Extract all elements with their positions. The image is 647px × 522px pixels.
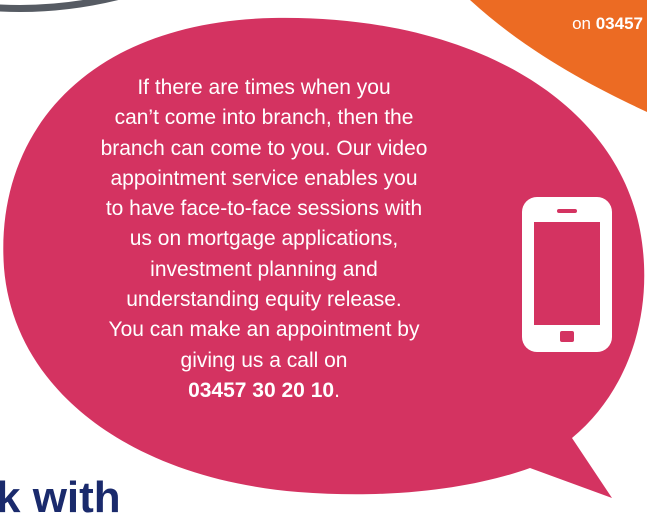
bubble-line: us on mortgage applications, [129, 227, 399, 251]
bubble-phone-line: 03457 30 20 10. [84, 376, 444, 406]
bubble-line: If there are times when you [137, 76, 391, 99]
bubble-line: giving us a call on [180, 348, 348, 372]
bubble-line: branch can come to you. Our video [100, 136, 428, 160]
bubble-line: understanding equity release. [126, 288, 402, 312]
bubble-line: appointment service enables you [110, 166, 418, 190]
bubble-line: to have face-to-face sessions with [105, 197, 423, 221]
phone-number: 03457 30 20 10 [188, 378, 335, 402]
speech-bubble-text: If there are times when you can’t come i… [84, 73, 444, 406]
bottom-heading: k with [0, 473, 121, 522]
phone-suffix: . [334, 378, 340, 402]
bubble-line: can’t come into branch, then the [114, 106, 414, 130]
bubble-line: You can make an appointment by [108, 318, 420, 342]
bubble-line: investment planning and [150, 257, 378, 281]
